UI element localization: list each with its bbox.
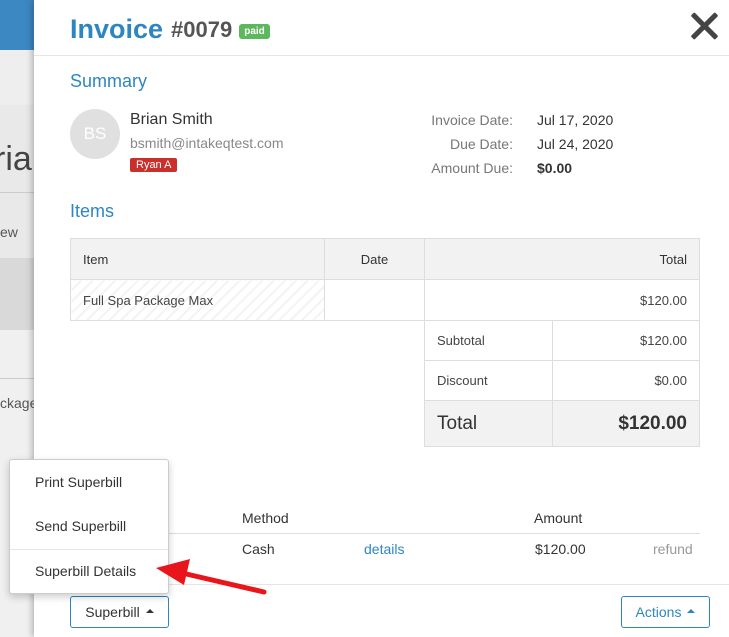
total-label: Total xyxy=(424,400,553,447)
payment-refund-link[interactable]: refund xyxy=(653,541,693,557)
item-date-cell xyxy=(324,279,425,321)
payment-details-link[interactable]: details xyxy=(364,541,404,557)
column-header-item: Item xyxy=(70,238,325,280)
background-divider xyxy=(0,192,34,193)
discount-row: Discount $0.00 xyxy=(424,360,700,401)
background-text: ew xyxy=(0,224,18,240)
items-table: Item Date Total Full Spa Package Max $12… xyxy=(70,238,700,321)
background-name-text: rian xyxy=(0,140,34,178)
background-divider xyxy=(0,378,34,379)
amount-due-label: Amount Due: xyxy=(431,160,513,176)
invoice-date-label: Invoice Date: xyxy=(431,112,513,128)
discount-label: Discount xyxy=(424,360,553,401)
table-row: Full Spa Package Max $120.00 xyxy=(70,279,700,321)
invoice-date-value: Jul 17, 2020 xyxy=(537,112,614,128)
total-value: $120.00 xyxy=(552,400,700,447)
caret-up-icon xyxy=(687,609,696,613)
items-section-title: Items xyxy=(70,201,115,221)
subtotal-label: Subtotal xyxy=(424,320,553,361)
invoice-number: #0079 xyxy=(171,16,233,42)
column-header-date: Date xyxy=(324,238,425,280)
background-text: ckage xyxy=(0,395,34,411)
payment-amount-cell: $120.00 xyxy=(535,541,586,557)
invoice-title: Invoice xyxy=(70,14,164,44)
menu-item-superbill-details[interactable]: Superbill Details xyxy=(10,553,168,589)
subtotal-row: Subtotal $120.00 xyxy=(424,320,700,361)
actions-button-label: Actions xyxy=(635,604,682,620)
header-divider xyxy=(34,55,729,56)
menu-item-send-superbill[interactable]: Send Superbill xyxy=(10,508,168,544)
status-badge: paid xyxy=(239,24,270,39)
menu-divider xyxy=(10,549,168,550)
background-gray-block xyxy=(0,258,34,330)
invoice-header: Invoice #0079 paid xyxy=(70,14,270,45)
due-date-value: Jul 24, 2020 xyxy=(537,136,614,152)
background-strip xyxy=(0,50,34,105)
close-icon[interactable] xyxy=(690,12,718,40)
column-header-total: Total xyxy=(424,238,700,280)
amount-due-value: $0.00 xyxy=(537,160,573,176)
grand-total-row: Total $120.00 xyxy=(424,400,700,447)
subtotal-value: $120.00 xyxy=(552,320,700,361)
superbill-button-label: Superbill xyxy=(85,604,140,620)
payment-column-amount: Amount xyxy=(534,510,583,526)
payment-column-method: Method xyxy=(242,510,289,526)
client-name[interactable]: Brian Smith xyxy=(130,111,213,129)
client-email: bsmith@intakeqtest.com xyxy=(130,135,284,151)
item-name-cell: Full Spa Package Max xyxy=(70,279,325,321)
avatar: BS xyxy=(70,109,120,159)
items-header-row: Item Date Total xyxy=(70,238,700,280)
menu-item-print-superbill[interactable]: Print Superbill xyxy=(10,464,168,500)
caret-up-icon xyxy=(145,609,154,613)
item-total-cell: $120.00 xyxy=(424,279,700,321)
actions-button[interactable]: Actions xyxy=(621,596,710,628)
staff-tag: Ryan A xyxy=(130,158,178,172)
background-topbar xyxy=(0,0,34,50)
superbill-dropdown-menu: Print Superbill Send Superbill Superbill… xyxy=(9,459,169,594)
annotation-arrow-icon xyxy=(156,559,267,595)
summary-section-title: Summary xyxy=(70,71,148,91)
totals-table: Subtotal $120.00 Discount $0.00 Total $1… xyxy=(424,320,700,447)
due-date-label: Due Date: xyxy=(449,136,513,152)
discount-value: $0.00 xyxy=(552,360,700,401)
